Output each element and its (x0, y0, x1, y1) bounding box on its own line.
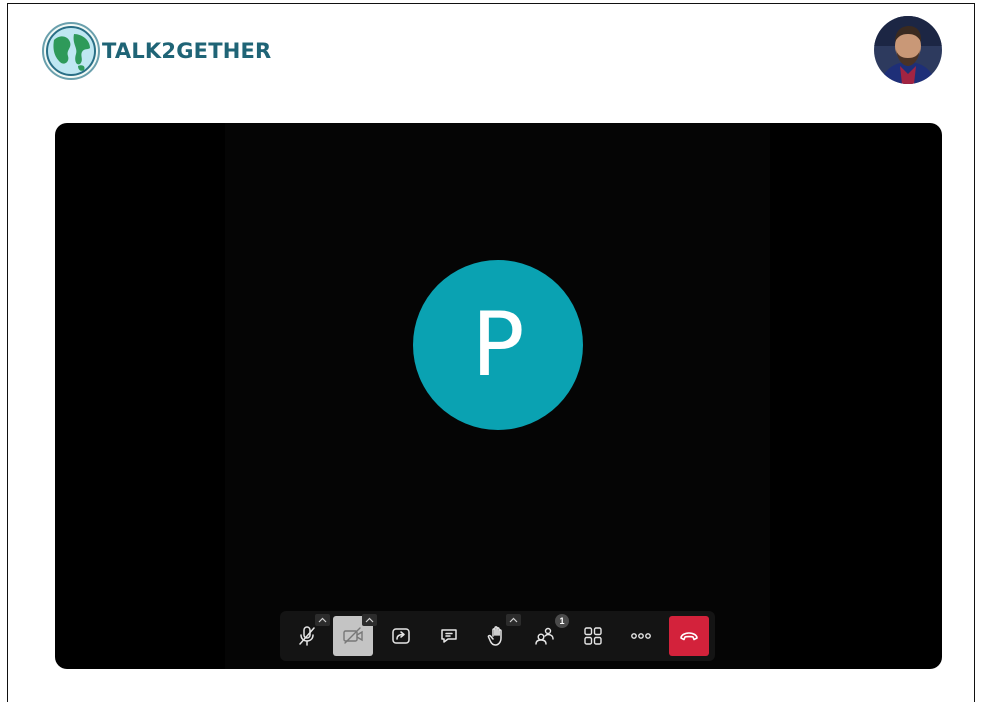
brand-name: TALK2GETHER (102, 39, 272, 63)
layout-button[interactable] (573, 616, 613, 656)
participant-initial: P (471, 293, 525, 396)
camera-options-caret[interactable] (362, 614, 377, 626)
leave-call-button[interactable] (669, 616, 709, 656)
chat-icon (441, 629, 457, 643)
brand[interactable]: TALK2GETHER (42, 22, 271, 80)
hand-icon (487, 626, 502, 646)
more-options-button[interactable] (621, 616, 661, 656)
participants-icon (535, 627, 554, 645)
call-toolbar: 1 (280, 611, 715, 661)
participants-count-badge: 1 (555, 614, 569, 628)
share-screen-icon (392, 628, 410, 644)
more-icon (631, 633, 651, 639)
reactions-options-caret[interactable] (506, 614, 521, 626)
chat-button[interactable] (429, 616, 469, 656)
chevron-up-icon (365, 617, 374, 623)
chevron-up-icon (318, 617, 327, 623)
mic-options-caret[interactable] (315, 614, 330, 626)
video-stage: P 1 (55, 123, 942, 669)
participant-placeholder: P (413, 260, 583, 430)
globe-icon (42, 22, 100, 80)
camera-off-icon (343, 627, 363, 644)
user-avatar[interactable] (874, 16, 942, 84)
hangup-icon (680, 632, 698, 641)
chevron-up-icon (509, 617, 518, 623)
grid-icon (584, 627, 602, 645)
mic-off-icon (299, 626, 315, 646)
share-screen-button[interactable] (381, 616, 421, 656)
